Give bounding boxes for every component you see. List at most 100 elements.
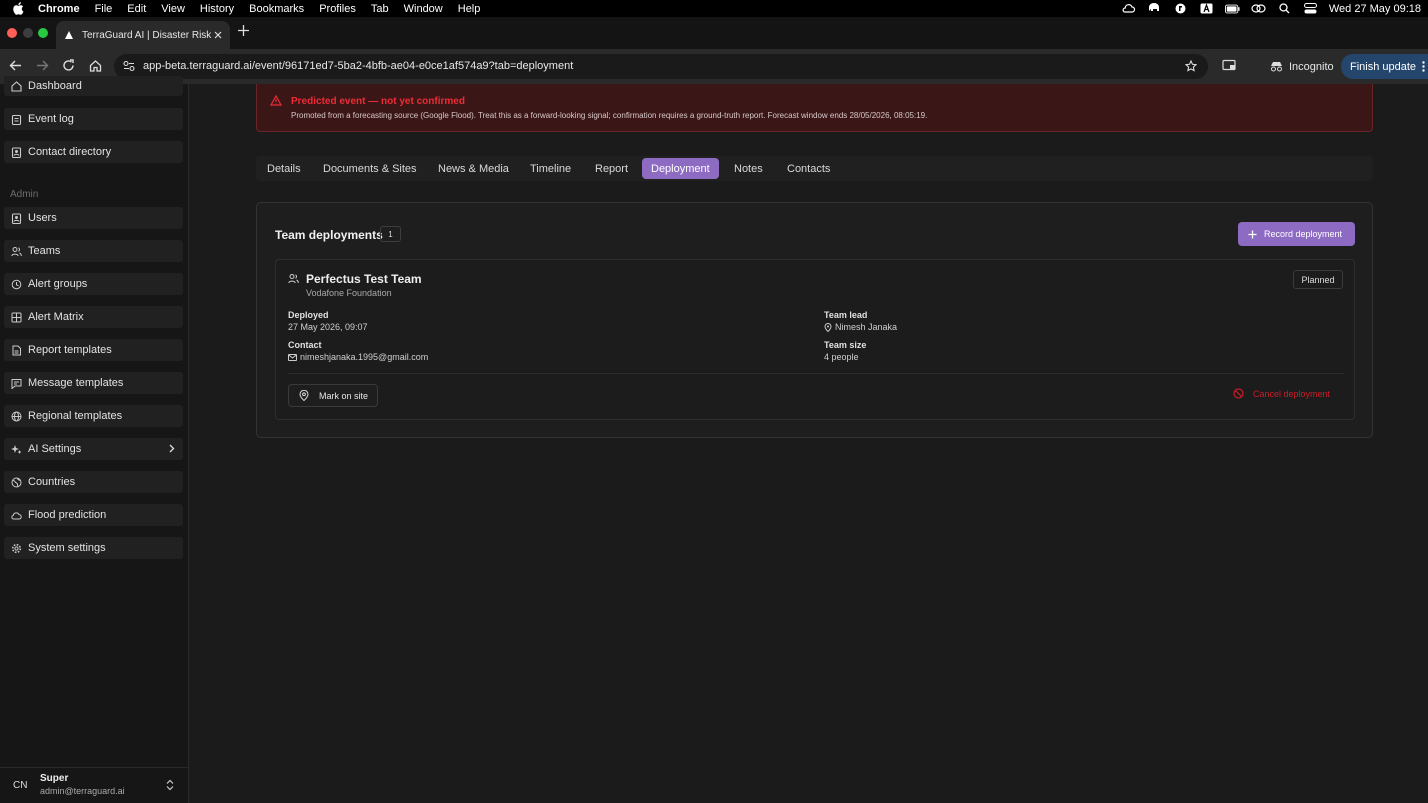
menu-file[interactable]: File — [95, 3, 113, 15]
record-deployment-button[interactable]: Record deployment — [1238, 222, 1355, 246]
sidebar-item-teams[interactable]: Teams — [4, 240, 183, 262]
tab-contacts[interactable]: Contacts — [778, 158, 839, 179]
elephant-icon[interactable] — [1147, 3, 1162, 14]
back-arrow-icon[interactable] — [9, 59, 23, 73]
input-source-icon[interactable] — [1199, 3, 1214, 14]
chevrons-up-down-icon[interactable] — [166, 779, 174, 791]
battery-icon[interactable] — [1224, 3, 1240, 14]
user-name: Super — [40, 773, 69, 784]
history-icon — [11, 279, 22, 290]
mark-on-site-label: Mark on site — [319, 390, 369, 401]
sidebar-item-users[interactable]: Users — [4, 207, 183, 229]
team-size-label: Team size — [824, 340, 867, 350]
tab-deployment[interactable]: Deployment — [642, 158, 719, 179]
home-icon[interactable] — [89, 59, 103, 73]
sidebar-item-event-log[interactable]: Event log — [4, 108, 183, 130]
sidebar-item-countries[interactable]: Countries — [4, 471, 183, 493]
site-settings-icon[interactable] — [123, 60, 135, 72]
record-deployment-label: Record deployment — [1264, 229, 1343, 239]
earth-icon — [11, 477, 22, 488]
browser-tab-strip: TerraGuard AI | Disaster Risk M — [0, 17, 1428, 49]
browser-tab[interactable]: TerraGuard AI | Disaster Risk M — [56, 21, 230, 49]
browser-toolbar: app-beta.terraguard.ai/event/96171ed7-5b… — [0, 49, 1428, 84]
sidebar-item-alert-groups[interactable]: Alert groups — [4, 273, 183, 295]
incognito-icon — [1270, 61, 1283, 72]
sidebar-item-label: Alert groups — [28, 278, 88, 290]
control-center-icon[interactable] — [1303, 3, 1318, 14]
mark-on-site-button[interactable]: Mark on site — [288, 384, 378, 407]
map-pin-icon — [824, 322, 832, 332]
sidebar-item-label: System settings — [28, 542, 106, 554]
admin-section-label: Admin — [10, 189, 39, 200]
url-text[interactable]: app-beta.terraguard.ai/event/96171ed7-5b… — [143, 60, 573, 72]
sidebar-item-dashboard[interactable]: Dashboard — [4, 76, 183, 96]
sidebar-item-flood-prediction[interactable]: Flood prediction — [4, 504, 183, 526]
user-menu[interactable]: CN Super admin@terraguard.ai — [0, 767, 188, 803]
menu-edit[interactable]: Edit — [127, 3, 146, 15]
tab-report[interactable]: Report — [586, 158, 637, 179]
globe-icon — [11, 411, 22, 422]
sidebar-item-contact-directory[interactable]: Contact directory — [4, 141, 183, 163]
plus-icon — [1248, 230, 1257, 239]
menu-bookmarks[interactable]: Bookmarks — [249, 3, 304, 15]
cancel-deployment-label: Cancel deployment — [1253, 388, 1331, 399]
menu-window[interactable]: Window — [404, 3, 443, 15]
menu-view[interactable]: View — [161, 3, 185, 15]
forward-arrow-icon[interactable] — [36, 59, 50, 73]
mac-menubar: Chrome File Edit View History Bookmarks … — [0, 0, 1428, 17]
close-window-button[interactable] — [7, 28, 17, 38]
contact-email[interactable]: nimeshjanaka.1995@gmail.com — [300, 352, 428, 362]
minimize-window-button[interactable] — [23, 28, 33, 38]
team-size-text: 4 people — [824, 352, 859, 362]
sidebar-item-label: Dashboard — [28, 80, 82, 92]
team-lead-value: Nimesh Janaka — [824, 322, 897, 332]
sidebar-item-ai-settings[interactable]: AI Settings — [4, 438, 183, 460]
sidebar-item-report-templates[interactable]: Report templates — [4, 339, 183, 361]
sidebar-item-label: Flood prediction — [28, 509, 107, 521]
sidebar-item-message-templates[interactable]: Message templates — [4, 372, 183, 394]
menu-help[interactable]: Help — [458, 3, 481, 15]
tab-news-media[interactable]: News & Media — [429, 158, 518, 179]
team-lead-label: Team lead — [824, 310, 868, 320]
tab-documents-sites[interactable]: Documents & Sites — [314, 158, 426, 179]
predicted-event-banner: Predicted event — not yet confirmed Prom… — [256, 84, 1373, 132]
banner-description: Promoted from a forecasting source (Goog… — [291, 111, 928, 120]
finish-update-button[interactable]: Finish update — [1341, 54, 1428, 79]
new-tab-button[interactable] — [238, 25, 249, 36]
apple-icon[interactable] — [12, 2, 26, 15]
menubar-clock[interactable]: Wed 27 May 09:18 — [1329, 3, 1421, 15]
app-circle-icon[interactable] — [1173, 3, 1188, 14]
menu-chrome[interactable]: Chrome — [38, 3, 80, 15]
user-email: admin@terraguard.ai — [40, 786, 125, 796]
contact-book-icon — [11, 146, 22, 158]
cloud-icon — [11, 510, 22, 521]
team-name: Perfectus Test Team — [306, 272, 422, 286]
menu-profiles[interactable]: Profiles — [319, 3, 356, 15]
cancel-deployment-button[interactable]: Cancel deployment — [1233, 388, 1330, 399]
spotlight-search-icon[interactable] — [1277, 3, 1292, 14]
incognito-indicator[interactable]: Incognito — [1262, 55, 1342, 78]
menu-tab[interactable]: Tab — [371, 3, 389, 15]
sidebar-item-label: Event log — [28, 113, 74, 125]
tab-details[interactable]: Details — [258, 158, 310, 179]
address-bar[interactable]: app-beta.terraguard.ai/event/96171ed7-5b… — [114, 54, 1208, 79]
link-icon[interactable] — [1251, 3, 1266, 14]
home-icon — [11, 80, 22, 92]
sidebar-item-alert-matrix[interactable]: Alert Matrix — [4, 306, 183, 328]
tab-timeline[interactable]: Timeline — [521, 158, 580, 179]
sidebar-item-label: AI Settings — [28, 443, 82, 455]
document-icon — [11, 345, 22, 356]
sidebar-item-system-settings[interactable]: System settings — [4, 537, 183, 559]
menu-history[interactable]: History — [200, 3, 234, 15]
zoom-window-button[interactable] — [38, 28, 48, 38]
cast-icon[interactable] — [1222, 59, 1236, 73]
close-tab-icon[interactable] — [214, 31, 222, 39]
sidebar-item-regional-templates[interactable]: Regional templates — [4, 405, 183, 427]
reload-icon[interactable] — [62, 59, 76, 73]
more-vertical-icon[interactable] — [1422, 61, 1425, 72]
cloud-sync-icon[interactable] — [1121, 3, 1136, 14]
tab-notes[interactable]: Notes — [725, 158, 772, 179]
contact-label: Contact — [288, 340, 322, 350]
bookmark-star-icon[interactable] — [1185, 60, 1197, 72]
sidebar-item-label: Countries — [28, 476, 76, 488]
